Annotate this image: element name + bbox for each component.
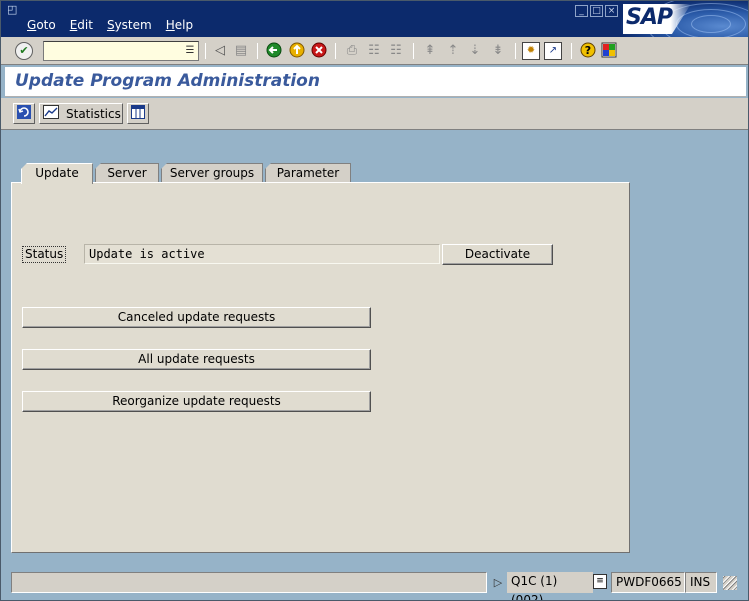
layout-button[interactable] xyxy=(127,103,149,124)
application-toolbar: Statistics xyxy=(1,98,748,130)
canceled-update-requests-button[interactable]: Canceled update requests xyxy=(22,307,371,328)
back-arrow-icon[interactable]: ◁ xyxy=(211,42,229,60)
deactivate-button[interactable]: Deactivate xyxy=(442,244,553,265)
system-menu-icon[interactable]: ◰ xyxy=(7,4,21,16)
tab-update[interactable]: Update xyxy=(21,163,93,184)
statistics-chart-icon xyxy=(42,105,60,122)
save-icon[interactable]: ▤ xyxy=(232,42,250,60)
server-name: PWDF0665 xyxy=(611,572,685,593)
close-window-icon[interactable]: × xyxy=(605,5,618,17)
tab-parameter[interactable]: Parameter xyxy=(265,163,351,183)
tab-server[interactable]: Server xyxy=(95,163,159,183)
title-area: Update Program Administration xyxy=(5,67,746,97)
status-value: Update is active xyxy=(84,244,440,264)
cancel-icon[interactable] xyxy=(310,42,328,60)
menu-list: Goto Edit System Help xyxy=(27,18,207,32)
menu-edit[interactable]: Edit xyxy=(70,18,93,32)
find-next-icon[interactable]: ☷ xyxy=(387,42,405,60)
command-history-icon[interactable]: ☰ xyxy=(183,42,197,60)
last-page-icon[interactable]: ⇟ xyxy=(489,42,507,60)
enter-check-icon[interactable]: ✔ xyxy=(15,42,33,60)
first-page-icon[interactable]: ⇞ xyxy=(421,42,439,60)
page-title: Update Program Administration xyxy=(15,71,320,91)
status-message-area xyxy=(11,572,487,593)
menu-goto[interactable]: Goto xyxy=(27,18,56,32)
reorganize-update-requests-button[interactable]: Reorganize update requests xyxy=(22,391,371,412)
statistics-label: Statistics xyxy=(66,106,121,121)
refresh-button[interactable] xyxy=(13,103,35,124)
shortcut-icon[interactable]: ↗ xyxy=(544,42,562,60)
maximize-icon[interactable]: □ xyxy=(590,5,603,17)
create-session-icon[interactable]: ✹ xyxy=(522,42,540,60)
layout-menu-icon[interactable] xyxy=(600,42,618,60)
menu-bar: ◰ Goto Edit System Help _ □ × SAP xyxy=(1,1,748,37)
back-icon[interactable] xyxy=(265,42,283,60)
print-icon[interactable]: ⎙ xyxy=(343,42,361,60)
window-controls: _ □ × xyxy=(575,5,618,17)
sap-logo: SAP xyxy=(621,1,748,37)
refresh-icon xyxy=(15,105,33,122)
find-icon[interactable]: ☷ xyxy=(365,42,383,60)
system-list-icon[interactable]: ≡ xyxy=(593,574,607,589)
tab-server-groups[interactable]: Server groups xyxy=(161,163,263,183)
sap-window: ◰ Goto Edit System Help _ □ × SAP ✔ ☰ ◁ … xyxy=(0,0,749,601)
status-toggle-icon[interactable]: ▷ xyxy=(489,574,507,592)
minimize-icon[interactable]: _ xyxy=(575,5,588,17)
previous-page-icon[interactable]: ⇡ xyxy=(444,42,462,60)
sap-logo-text: SAP xyxy=(626,5,673,30)
command-field[interactable] xyxy=(43,41,199,61)
system-info: Q1C (1) (002) xyxy=(507,572,593,600)
svg-text:?: ? xyxy=(585,44,591,57)
all-update-requests-button[interactable]: All update requests xyxy=(22,349,371,370)
columns-icon xyxy=(129,105,147,122)
insert-mode: INS xyxy=(685,572,717,593)
update-tab-panel: Status Update is active Deactivate Cance… xyxy=(11,182,630,553)
statistics-button[interactable]: Statistics xyxy=(39,103,123,124)
menu-system[interactable]: System xyxy=(107,18,152,32)
exit-icon[interactable] xyxy=(288,42,306,60)
standard-toolbar: ✔ ☰ ◁ ▤ ⎙ ☷ ☷ ⇞ ⇡ ⇣ ⇟ ✹ ↗ ? xyxy=(1,37,748,65)
status-bar: ▷ Q1C (1) (002) ≡ PWDF0665 INS xyxy=(11,572,740,600)
resize-grip[interactable] xyxy=(723,576,737,590)
status-label: Status xyxy=(22,246,67,263)
menu-help[interactable]: Help xyxy=(166,18,193,32)
next-page-icon[interactable]: ⇣ xyxy=(466,42,484,60)
help-icon[interactable]: ? xyxy=(579,42,597,60)
